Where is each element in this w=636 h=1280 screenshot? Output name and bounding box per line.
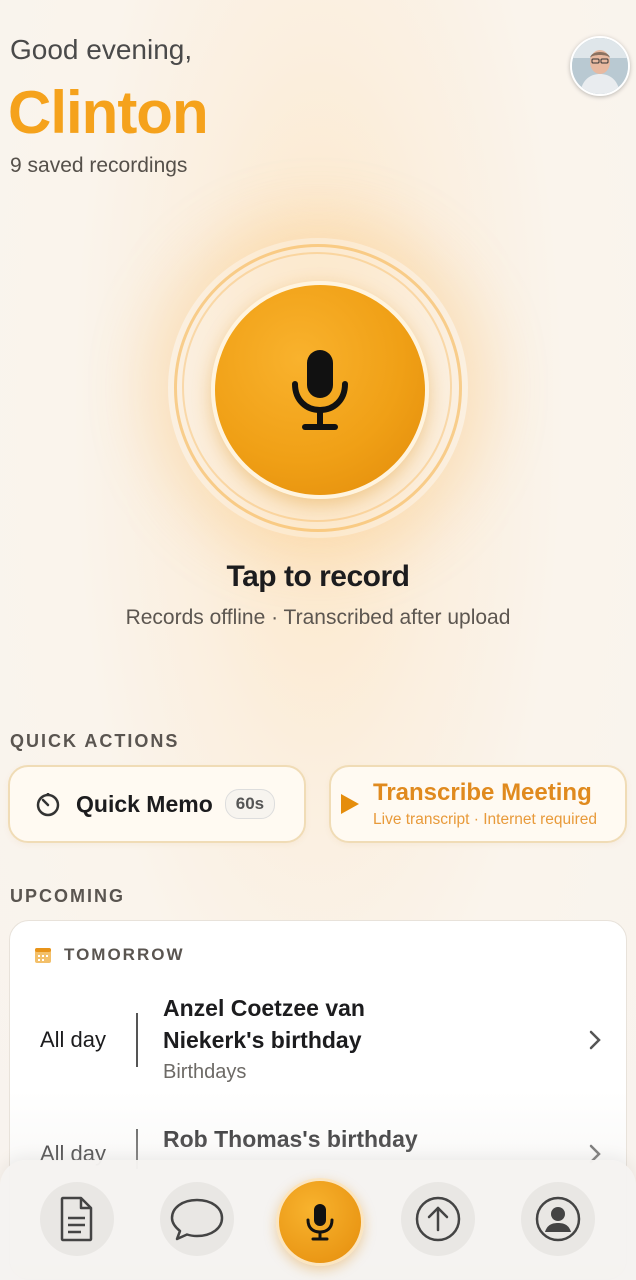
quick-memo-label: Quick Memo [76, 790, 213, 817]
tab-bar [0, 1160, 636, 1280]
event-row[interactable]: All day Anzel Coetzee van Niekerk's birt… [10, 991, 626, 1091]
microphone-icon [292, 350, 348, 430]
quick-actions-heading: QUICK ACTIONS [10, 731, 180, 751]
microphone-icon [306, 1204, 334, 1241]
record-title: Tap to record [226, 560, 410, 593]
record-subtitle: Records offline · Transcribed after uplo… [125, 606, 511, 629]
day-label: TOMORROW [64, 945, 185, 964]
transcribe-meeting-button[interactable]: Transcribe Meeting Live transcript · Int… [329, 765, 627, 843]
event-calendar: Birthdays [163, 1061, 247, 1083]
tab-upload[interactable] [401, 1182, 475, 1256]
greeting-text: Good evening, [10, 34, 193, 65]
avatar-photo-icon [572, 38, 628, 94]
play-icon [341, 794, 359, 814]
record-area [168, 238, 468, 538]
transcribe-meeting-subtitle: Live transcript · Internet required [373, 811, 597, 828]
saved-recordings-count: 9 saved recordings [10, 154, 188, 177]
profile-icon [535, 1196, 581, 1242]
tab-chat[interactable] [160, 1182, 234, 1256]
upcoming-heading: UPCOMING [10, 886, 125, 906]
day-header: TOMORROW [34, 945, 185, 965]
event-title: Rob Thomas's birthday [163, 1126, 418, 1152]
user-name: Clinton [8, 79, 209, 146]
timer-icon [36, 793, 60, 817]
upload-icon [415, 1196, 461, 1242]
transcribe-meeting-label: Transcribe Meeting [373, 779, 592, 806]
chevron-right-icon [589, 1030, 601, 1050]
quick-memo-button[interactable]: Quick Memo 60s [8, 765, 306, 843]
event-divider [136, 1013, 138, 1067]
tab-documents[interactable] [40, 1182, 114, 1256]
avatar[interactable] [570, 36, 630, 96]
quick-memo-duration-badge: 60s [224, 789, 276, 819]
calendar-icon [35, 948, 51, 963]
event-time: All day [40, 1027, 107, 1052]
tab-profile[interactable] [521, 1182, 595, 1256]
record-button[interactable] [211, 281, 429, 499]
document-icon [60, 1196, 93, 1242]
chat-bubble-icon [170, 1198, 224, 1241]
event-title: Anzel Coetzee van Niekerk's birthday [163, 995, 365, 1053]
tab-record[interactable] [276, 1178, 364, 1266]
